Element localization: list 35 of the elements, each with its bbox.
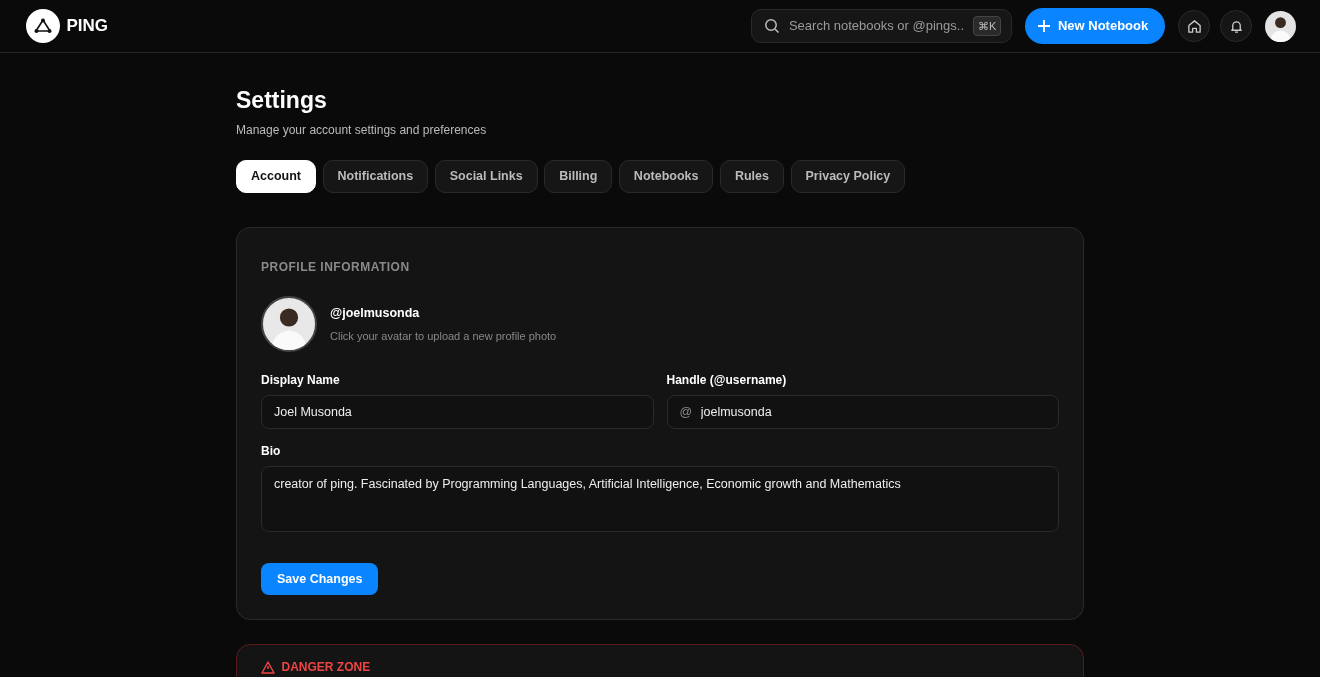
handle-field[interactable]: @ joelmusonda xyxy=(666,395,1059,430)
field-label: Display Name xyxy=(261,372,341,390)
plus-icon xyxy=(1037,19,1052,33)
home-icon xyxy=(1186,18,1202,34)
field-label: Bio xyxy=(261,443,282,461)
settings-tab[interactable]: Account xyxy=(236,160,316,194)
avatar[interactable] xyxy=(1265,10,1296,42)
section-heading: DANGER ZONE xyxy=(281,659,371,677)
settings-tab[interactable]: Privacy Policy xyxy=(790,160,906,194)
settings-tab[interactable]: Billing xyxy=(544,160,613,194)
handle-input[interactable]: joelmusonda xyxy=(698,401,1046,423)
search-icon xyxy=(764,18,781,34)
brand-name[interactable]: PING xyxy=(66,13,109,39)
settings-tab[interactable]: Notebooks xyxy=(618,160,714,194)
shortcut-hint: ⌘K xyxy=(973,15,1002,37)
warning-icon xyxy=(261,660,275,674)
settings-tab[interactable]: Social Links xyxy=(434,160,538,194)
profile-handle: @joelmusonda xyxy=(330,304,421,322)
home-button[interactable] xyxy=(1178,10,1211,42)
avatar-hint: Click your avatar to upload a new profile photo xyxy=(330,328,557,344)
notifications-button[interactable] xyxy=(1220,10,1252,42)
display-name-field[interactable]: Joel Musonda xyxy=(261,395,654,430)
page-subtitle: Manage your account settings and preferences xyxy=(236,121,488,139)
field-label: Handle (@username) xyxy=(666,372,788,390)
bio-field[interactable]: creator of ping. Fascinated by Programming Languages, Artificial Intelligence, Economic growth and Mathematics xyxy=(261,466,1059,533)
save-changes-button[interactable]: Save Changes xyxy=(261,563,379,596)
settings-tab[interactable]: Rules xyxy=(719,160,784,194)
settings-tab[interactable]: Notifications xyxy=(322,160,429,194)
section-heading: PROFILE INFORMATION xyxy=(261,259,411,277)
logo-icon[interactable] xyxy=(26,9,60,43)
bell-icon xyxy=(1228,18,1244,34)
search-bar[interactable]: Search notebooks or @pings... ⌘K xyxy=(751,9,1013,43)
new-notebook-button[interactable]: New Notebook xyxy=(1025,8,1166,44)
search-input[interactable]: Search notebooks or @pings... xyxy=(786,15,967,37)
page-title: Settings xyxy=(236,87,328,115)
